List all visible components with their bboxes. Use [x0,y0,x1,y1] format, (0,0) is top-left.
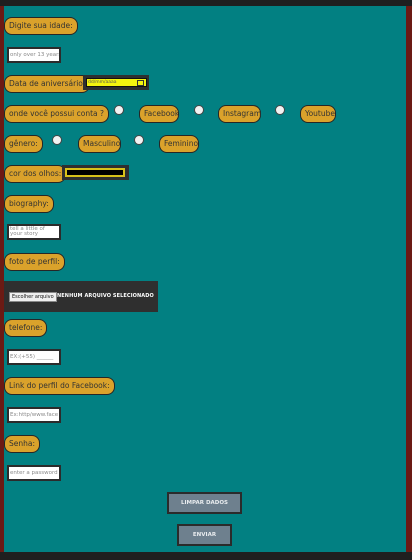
aniversario-placeholder: dd/mm/aaaa [88,80,117,85]
biography-textarea[interactable]: tell a little of your story [7,224,61,240]
choose-file-button[interactable]: Escolher arquivo [9,292,57,302]
facebook-link-input[interactable]: Ex:http/www.face [7,407,61,423]
olhos-field-wrapper [62,165,129,180]
idade-input[interactable]: only over 13 years [7,47,61,63]
telefone-input[interactable]: EX:(+55) ______ [7,349,61,365]
olhos-color-input[interactable] [65,168,125,177]
facebook-option-label: Facebook [139,105,179,123]
senha-label: Senha: [4,435,41,453]
masculino-radio[interactable] [52,135,62,145]
aniversario-label: Data de aniversário: [4,75,91,93]
youtube-radio[interactable] [275,105,285,115]
telefone-label: telefone: [4,319,48,337]
feminino-option-label: Feminino [159,135,199,153]
foto-label: foto de perfil: [4,253,65,271]
facebook-radio[interactable] [114,105,124,115]
genero-label: gênero: [4,135,43,153]
conta-label: onde você possui conta ? [4,105,110,123]
olhos-label: cor dos olhos: [4,165,67,183]
aniversario-input[interactable]: dd/mm/aaaa [86,78,147,87]
facebook-link-label: Link do perfil do Facebook: [4,377,115,395]
masculino-option-label: Masculino [78,135,121,153]
right-border [406,6,412,552]
limpar-dados-button[interactable]: LIMPAR DADOS [167,492,242,514]
senha-input[interactable]: enter a password [7,465,61,481]
aniversario-field-wrapper: dd/mm/aaaa [83,75,149,90]
instagram-radio[interactable] [194,105,204,115]
feminino-radio[interactable] [134,135,144,145]
instagram-option-label: Instagram [218,105,261,123]
idade-label: Digite sua idade: [4,17,78,35]
calendar-icon[interactable] [137,80,144,86]
file-status: NENHUM ARQUIVO SELECIONADO [57,293,154,299]
enviar-button[interactable]: ENVIAR [177,524,232,546]
youtube-option-label: Youtube [300,105,336,123]
foto-file-input: Escolher arquivo NENHUM ARQUIVO SELECION… [4,281,158,312]
biography-label: biography: [4,195,54,213]
